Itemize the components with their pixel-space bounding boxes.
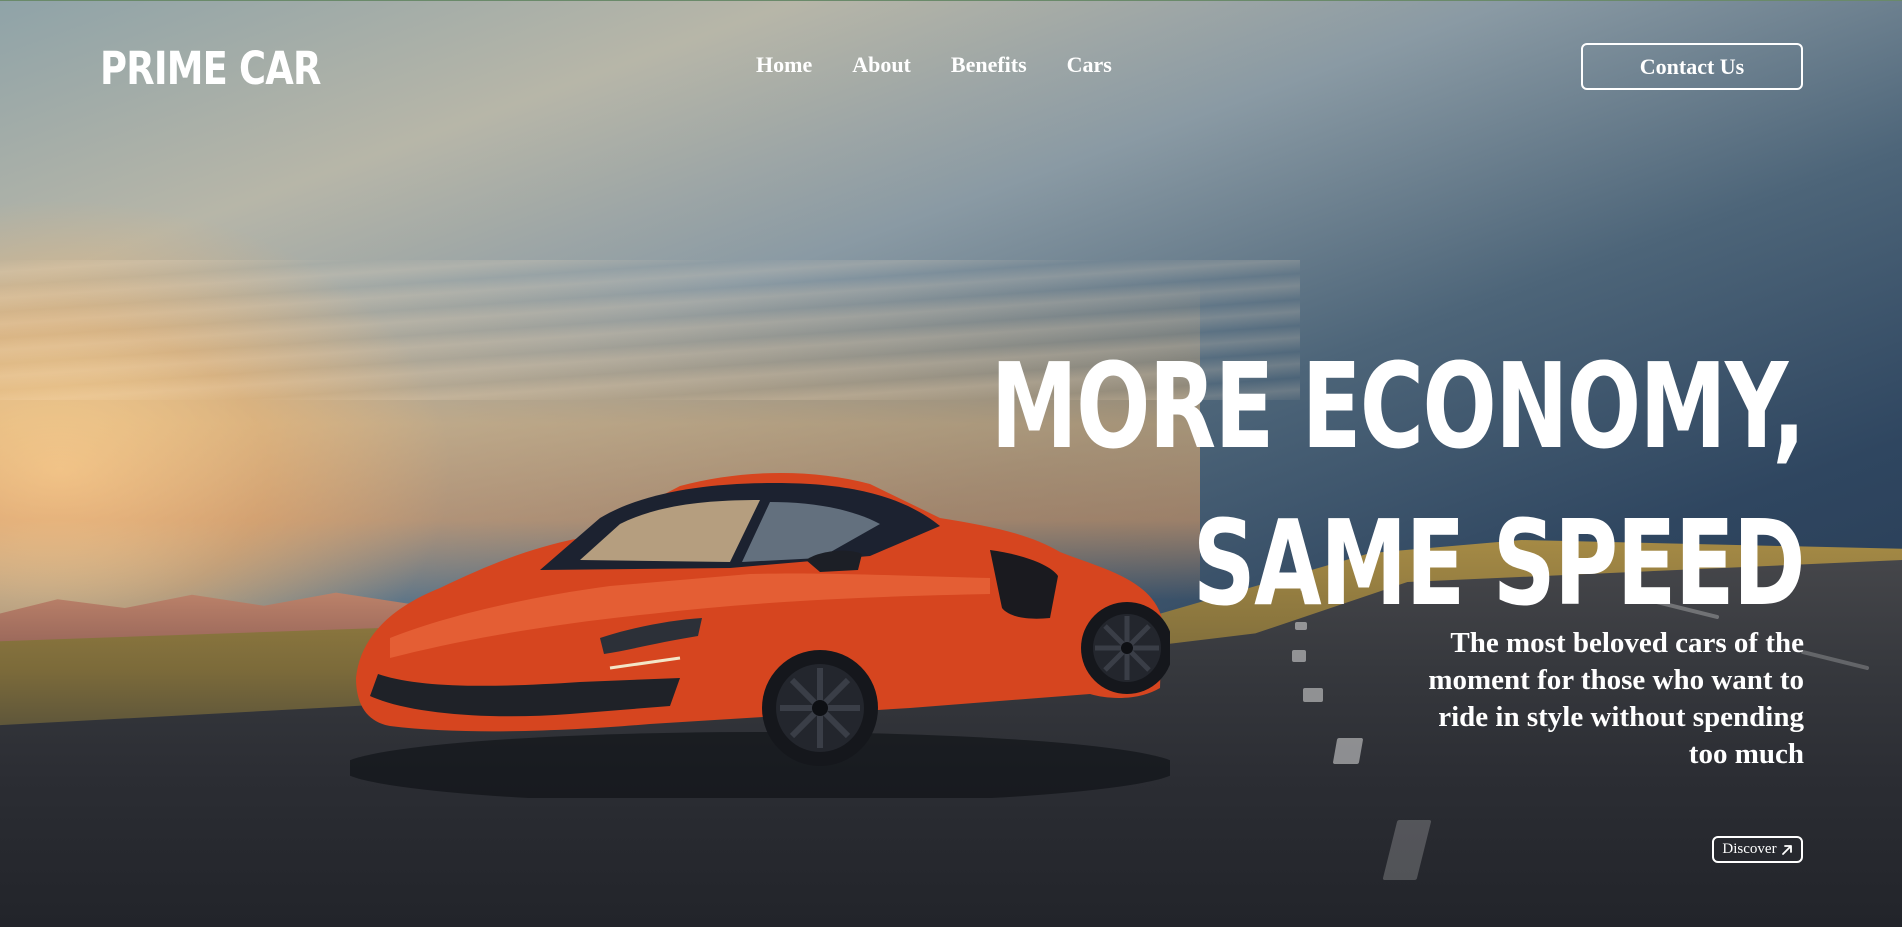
arrow-up-right-icon — [1781, 844, 1792, 855]
nav-item-home[interactable]: Home — [756, 52, 812, 78]
headline-line-2: SAME SPEED — [1192, 494, 1806, 632]
hero-section: PRIME CAR Home About Benefits Cars Conta… — [0, 0, 1902, 927]
road-marking — [1303, 688, 1323, 702]
main-nav: Home About Benefits Cars — [756, 52, 1112, 78]
nav-item-about[interactable]: About — [852, 52, 911, 78]
nav-item-benefits[interactable]: Benefits — [951, 52, 1027, 78]
top-border — [0, 0, 1902, 1]
discover-button[interactable]: Discover — [1712, 836, 1803, 863]
hero-headline: MORE ECONOMY, SAME SPEED — [705, 328, 1806, 642]
headline-line-1: MORE ECONOMY, — [990, 337, 1806, 475]
road-marking — [1332, 738, 1364, 764]
road-marking — [1292, 650, 1306, 662]
discover-label: Discover — [1722, 841, 1777, 857]
brand-logo[interactable]: PRIME CAR — [100, 42, 321, 95]
nav-item-cars[interactable]: Cars — [1067, 52, 1112, 78]
hero-subtext: The most beloved cars of the moment for … — [1428, 627, 1804, 770]
contact-us-button[interactable]: Contact Us — [1581, 43, 1803, 90]
